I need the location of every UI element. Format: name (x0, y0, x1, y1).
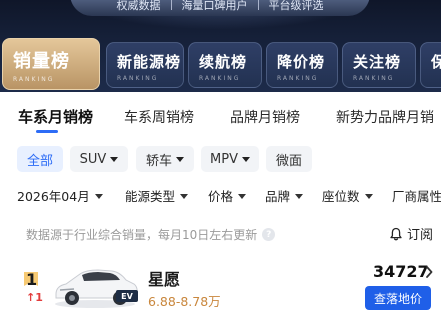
filter-brand[interactable]: 品牌 (265, 186, 304, 205)
rank-change: ↑1 (26, 291, 43, 304)
chevron-down-icon (241, 157, 250, 162)
check-price-button[interactable]: 查落地价 (365, 286, 431, 310)
badge-platform-award: 平台级评选 (268, 0, 324, 12)
chevron-down-icon (295, 193, 304, 199)
filter-month[interactable]: 2026年04月 (17, 186, 103, 205)
category-chips: 全部 SUV 轿车 MPV 微面 (0, 146, 441, 174)
chevron-down-icon (176, 157, 184, 162)
sub-navigation: 车系月销榜 车系周销榜 品牌月销榜 新势力品牌月销 (0, 92, 441, 138)
chip-sedan[interactable]: 轿车 (136, 146, 194, 172)
help-icon[interactable]: ? (262, 228, 276, 241)
subnav-series-monthly[interactable]: 车系月销榜 (18, 106, 93, 127)
tab-new-energy[interactable]: 新能源榜 RANKING (106, 42, 184, 88)
filter-price[interactable]: 价格 (208, 186, 247, 205)
car-name[interactable]: 星愿 (148, 266, 180, 290)
filter-row: 2026年04月 能源类型 价格 品牌 座位数 厂商属性 (0, 186, 441, 206)
app-page: 权威数据 海量口碑用户 平台级评选 销量榜 RANKING 新能源榜 RANKI… (0, 0, 441, 330)
chip-minivan[interactable]: 微面 (266, 146, 312, 172)
chevron-down-icon (110, 157, 119, 162)
car-image[interactable]: EV (50, 262, 140, 310)
filter-seats[interactable]: 座位数 (322, 186, 373, 205)
data-source-note: 数据源于行业综合销量，每月10日左右更新 ? (26, 226, 276, 243)
car-price-range: 6.88-8.78万 (148, 294, 221, 309)
tab-sales[interactable]: 销量榜 RANKING (2, 38, 100, 90)
subnav-series-weekly[interactable]: 车系周销榜 (124, 107, 194, 127)
chip-mpv[interactable]: MPV (201, 146, 259, 172)
filter-energy-type[interactable]: 能源类型 (125, 186, 189, 205)
chevron-down-icon (364, 193, 373, 199)
chevron-right-icon[interactable] (425, 266, 433, 278)
chip-all[interactable]: 全部 (17, 146, 63, 172)
trust-badge-strip: 权威数据 海量口碑用户 平台级评选 (70, 0, 370, 16)
badge-user-reviews: 海量口碑用户 (181, 0, 248, 12)
bell-icon (390, 227, 402, 240)
tab-more[interactable]: 保 (420, 42, 441, 88)
chevron-down-icon (94, 193, 103, 199)
subnav-new-force-brand-monthly[interactable]: 新势力品牌月销 (336, 107, 434, 127)
chevron-down-icon (180, 193, 189, 199)
ranking-tabs: 销量榜 RANKING 新能源榜 RANKING 续航榜 RANKING 降价榜… (0, 38, 441, 92)
subnav-active-indicator (36, 130, 58, 133)
subnav-brand-monthly[interactable]: 品牌月销榜 (230, 107, 300, 127)
ev-badge: EV (121, 292, 133, 301)
tab-attention[interactable]: 关注榜 RANKING (342, 42, 416, 88)
filter-manufacturer[interactable]: 厂商属性 (392, 186, 441, 205)
tab-price-drop[interactable]: 降价榜 RANKING (266, 42, 338, 88)
ranking-header: 权威数据 海量口碑用户 平台级评选 销量榜 RANKING 新能源榜 RANKI… (0, 0, 441, 92)
subscribe-button[interactable]: 订阅 (390, 224, 433, 243)
chip-suv[interactable]: SUV (70, 146, 128, 172)
tab-range[interactable]: 续航榜 RANKING (188, 42, 262, 88)
chevron-down-icon (238, 193, 247, 199)
rank-number: 1 (26, 270, 38, 289)
sales-count[interactable]: 34727 (373, 262, 429, 281)
badge-authoritative-data: 权威数据 (116, 0, 161, 12)
